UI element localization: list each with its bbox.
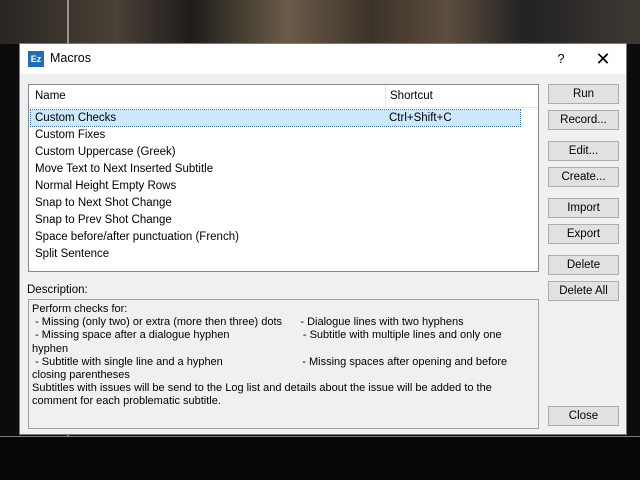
help-button[interactable]: ?: [546, 49, 576, 69]
list-item[interactable]: Snap to Prev Shot Change: [31, 212, 520, 228]
export-button[interactable]: Export: [548, 224, 619, 244]
edit-button[interactable]: Edit...: [548, 141, 619, 161]
import-button[interactable]: Import: [548, 198, 619, 218]
list-item[interactable]: Custom Checks Ctrl+Shift+C: [30, 109, 521, 127]
description-label: Description:: [27, 284, 88, 296]
column-separator[interactable]: [385, 85, 386, 107]
video-frame-strip: [0, 0, 640, 44]
macro-name: Normal Height Empty Rows: [35, 180, 177, 192]
run-button[interactable]: Run: [548, 84, 619, 104]
title-bar[interactable]: Ez Macros ? ✕: [20, 44, 626, 74]
delete-all-button[interactable]: Delete All: [548, 281, 619, 301]
macro-name: Custom Checks: [35, 112, 117, 124]
macro-name: Snap to Prev Shot Change: [35, 214, 172, 226]
list-item[interactable]: Move Text to Next Inserted Subtitle: [31, 161, 520, 177]
column-header-name[interactable]: Name: [35, 90, 66, 102]
description-text: Perform checks for: - Missing (only two)…: [28, 299, 539, 429]
macro-shortcut: Ctrl+Shift+C: [389, 112, 452, 124]
app-logo-icon: Ez: [28, 51, 44, 67]
list-item[interactable]: Snap to Next Shot Change: [31, 195, 520, 211]
macro-name: Custom Fixes: [35, 129, 106, 141]
list-item[interactable]: Custom Uppercase (Greek): [31, 144, 520, 160]
macro-name: Space before/after punctuation (French): [35, 231, 239, 243]
list-item[interactable]: Custom Fixes: [31, 127, 520, 143]
create-button[interactable]: Create...: [548, 167, 619, 187]
delete-button[interactable]: Delete: [548, 255, 619, 275]
window-title: Macros: [50, 51, 91, 65]
macro-name: Custom Uppercase (Greek): [35, 146, 176, 158]
macro-name: Split Sentence: [35, 248, 110, 260]
list-item[interactable]: Split Sentence: [31, 246, 520, 262]
backdrop-bottom-panel: [0, 437, 640, 480]
macro-name: Move Text to Next Inserted Subtitle: [35, 163, 214, 175]
close-window-icon[interactable]: ✕: [586, 47, 620, 71]
list-item[interactable]: Space before/after punctuation (French): [31, 229, 520, 245]
list-item[interactable]: Normal Height Empty Rows: [31, 178, 520, 194]
macros-list[interactable]: Name Shortcut Custom Checks Ctrl+Shift+C C…: [28, 84, 539, 272]
close-button[interactable]: Close: [548, 406, 619, 426]
macro-name: Snap to Next Shot Change: [35, 197, 172, 209]
macros-dialog: Ez Macros ? ✕ Name Shortcut Custom Check…: [19, 43, 627, 435]
column-header-shortcut[interactable]: Shortcut: [390, 90, 433, 102]
record-button[interactable]: Record...: [548, 110, 619, 130]
list-header: Name Shortcut: [29, 85, 538, 108]
